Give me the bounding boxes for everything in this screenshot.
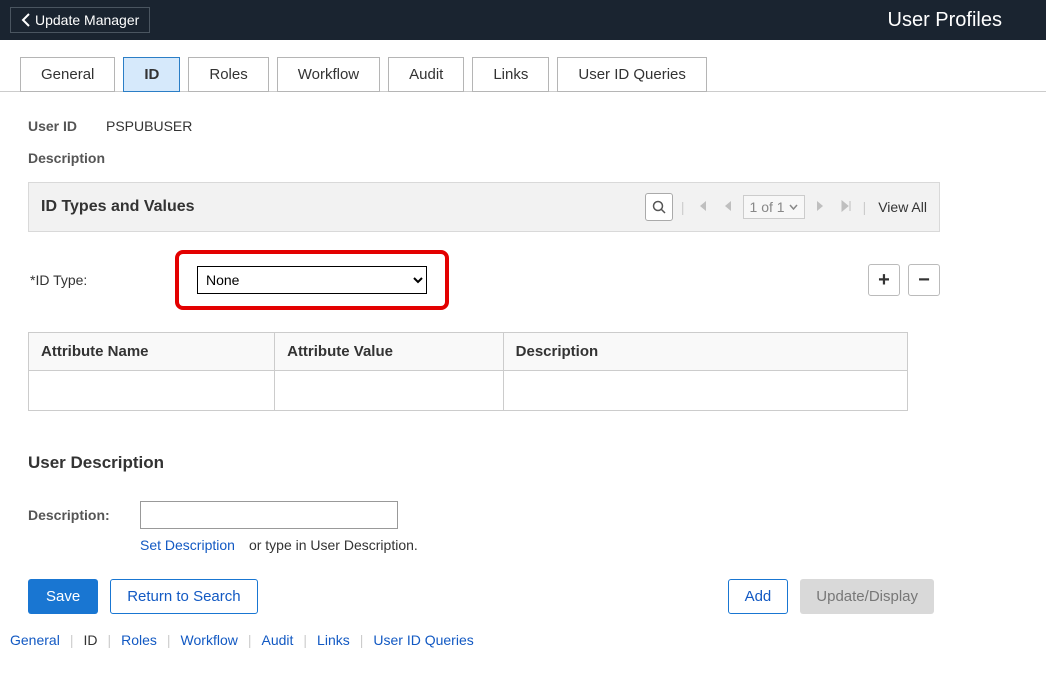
add-row-button[interactable]: + — [868, 264, 900, 296]
section-id-types: ID Types and Values | 1 of 1 — [28, 182, 940, 232]
view-all-link[interactable]: View All — [878, 199, 927, 215]
tab-strip: General ID Roles Workflow Audit Links Us… — [0, 40, 1046, 92]
user-id-value: PSPUBUSER — [106, 118, 192, 134]
next-icon — [816, 200, 826, 212]
user-description-heading: User Description — [28, 453, 1018, 473]
tab-links[interactable]: Links — [472, 57, 549, 92]
bottom-link-audit[interactable]: Audit — [257, 632, 297, 648]
description-field-label: Description: — [28, 507, 128, 523]
user-id-row: User ID PSPUBUSER — [28, 118, 1018, 134]
remove-row-button[interactable]: − — [908, 264, 940, 296]
app-header: Update Manager User Profiles — [0, 0, 1046, 40]
bottom-link-id: ID — [79, 632, 101, 648]
minus-icon: − — [918, 269, 930, 292]
col-description: Description — [503, 333, 907, 371]
col-attribute-value: Attribute Value — [275, 333, 504, 371]
cell-attribute-name — [29, 371, 275, 411]
bottom-link-links[interactable]: Links — [313, 632, 354, 648]
prev-icon — [722, 200, 732, 212]
first-page-button[interactable] — [693, 199, 711, 215]
chevron-left-icon — [21, 13, 31, 27]
add-button[interactable]: Add — [728, 579, 789, 614]
back-button[interactable]: Update Manager — [10, 7, 150, 33]
id-type-highlight: None — [175, 250, 449, 310]
col-attribute-name: Attribute Name — [29, 333, 275, 371]
user-id-label: User ID — [28, 118, 106, 134]
back-label: Update Manager — [35, 12, 139, 28]
tab-general[interactable]: General — [20, 57, 115, 92]
next-page-button[interactable] — [813, 199, 829, 215]
chevron-down-icon — [789, 204, 798, 210]
bottom-link-workflow[interactable]: Workflow — [177, 632, 242, 648]
prev-page-button[interactable] — [719, 199, 735, 215]
description-input[interactable] — [140, 501, 398, 529]
return-to-search-button[interactable]: Return to Search — [110, 579, 257, 614]
tab-user-id-queries[interactable]: User ID Queries — [557, 57, 707, 92]
id-type-select[interactable]: None — [197, 266, 427, 294]
tab-workflow[interactable]: Workflow — [277, 57, 380, 92]
section-title: ID Types and Values — [41, 198, 195, 216]
first-icon — [696, 200, 708, 212]
last-page-button[interactable] — [837, 199, 855, 215]
set-description-link[interactable]: Set Description — [140, 537, 235, 553]
grid-nav: | 1 of 1 | View All — [645, 193, 927, 221]
plus-icon: + — [878, 269, 890, 292]
bottom-link-user-id-queries[interactable]: User ID Queries — [369, 632, 477, 648]
page-title: User Profiles — [888, 9, 1036, 32]
search-icon — [652, 200, 666, 214]
divider: | — [863, 199, 867, 215]
description-hint: or type in User Description. — [249, 537, 418, 553]
bottom-link-general[interactable]: General — [6, 632, 64, 648]
page-text: 1 of 1 — [750, 199, 785, 215]
bottom-link-roles[interactable]: Roles — [117, 632, 161, 648]
table-row — [29, 371, 908, 411]
tab-audit[interactable]: Audit — [388, 57, 464, 92]
cell-attribute-value — [275, 371, 504, 411]
page-indicator[interactable]: 1 of 1 — [743, 195, 805, 219]
tab-roles[interactable]: Roles — [188, 57, 268, 92]
update-display-button: Update/Display — [800, 579, 934, 614]
bottom-nav: General | ID | Roles | Workflow | Audit … — [0, 632, 1018, 648]
tab-id[interactable]: ID — [123, 57, 180, 92]
last-icon — [840, 200, 852, 212]
cell-description — [503, 371, 907, 411]
id-type-label: *ID Type: — [30, 272, 175, 288]
divider: | — [681, 199, 685, 215]
attribute-table: Attribute Name Attribute Value Descripti… — [28, 332, 908, 411]
description-label: Description — [28, 150, 1018, 166]
save-button[interactable]: Save — [28, 579, 98, 614]
search-button[interactable] — [645, 193, 673, 221]
